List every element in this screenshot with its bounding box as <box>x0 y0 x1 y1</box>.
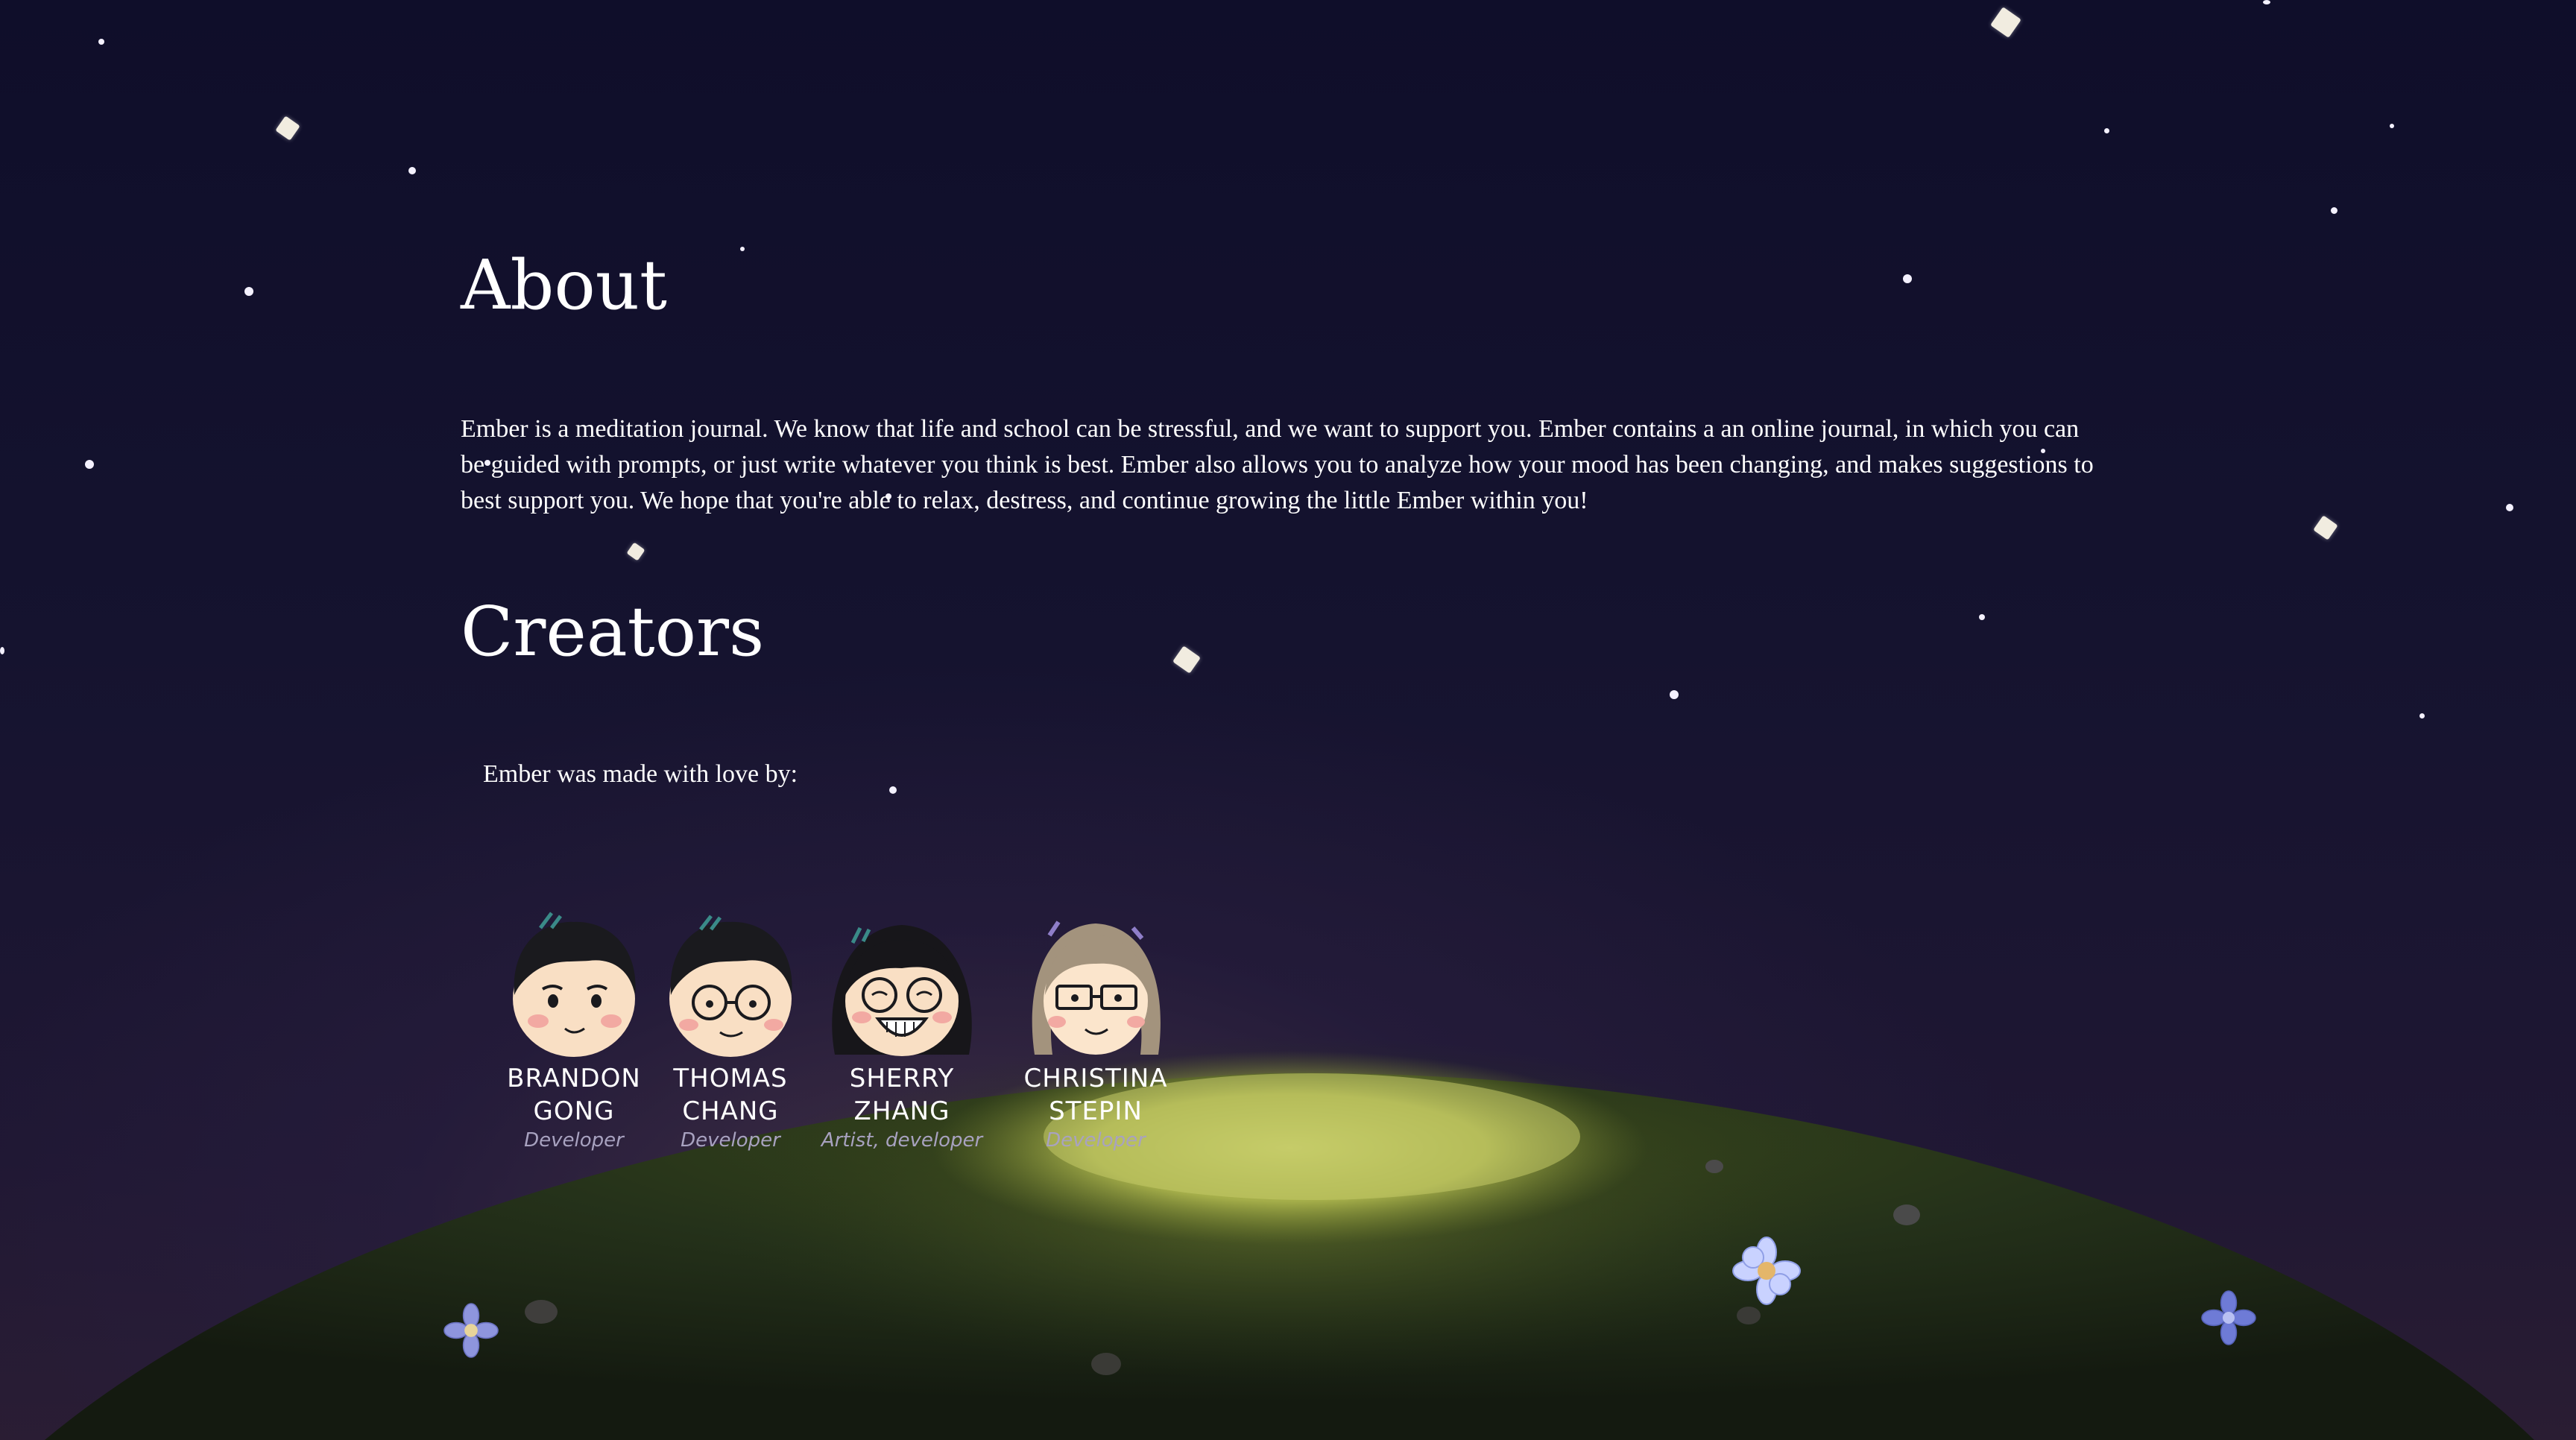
creator-card: SHERRY ZHANG Artist, developer <box>820 906 984 1152</box>
about-description: Ember is a meditation journal. We know t… <box>461 415 2094 514</box>
creator-card: BRANDON GONG Developer <box>492 906 656 1152</box>
avatar-brandon <box>513 912 636 1057</box>
about-heading: About <box>461 245 667 325</box>
creator-role: Developer <box>681 1129 780 1152</box>
creator-role: Artist, developer <box>821 1129 983 1152</box>
creator-name: SHERRY ZHANG <box>849 1064 955 1126</box>
creator-role: Developer <box>524 1129 624 1152</box>
creator-name: BRANDON GONG <box>507 1064 641 1126</box>
creator-card: THOMAS CHANG Developer <box>648 906 812 1152</box>
creator-role: Developer <box>1046 1129 1146 1152</box>
creator-card: CHRISTINA STEPIN Developer <box>1014 906 1178 1152</box>
flower-icon <box>443 1303 499 1358</box>
creator-name: CHRISTINA STEPIN <box>1023 1064 1168 1126</box>
flower-icon <box>2201 1290 2256 1345</box>
avatar-christina <box>1032 920 1161 1055</box>
flower-icon <box>1732 1237 1801 1305</box>
creators-heading: Creators <box>461 592 765 672</box>
avatar-sherry <box>832 925 972 1056</box>
creator-name: THOMAS CHANG <box>673 1064 788 1126</box>
hill-illustration <box>45 1036 2534 1440</box>
creators-list: BRANDON GONG Developer THOMAS CHANG Deve… <box>492 906 1200 1219</box>
creators-intro: Ember was made with love by: <box>483 760 798 788</box>
avatar-thomas <box>669 915 792 1057</box>
